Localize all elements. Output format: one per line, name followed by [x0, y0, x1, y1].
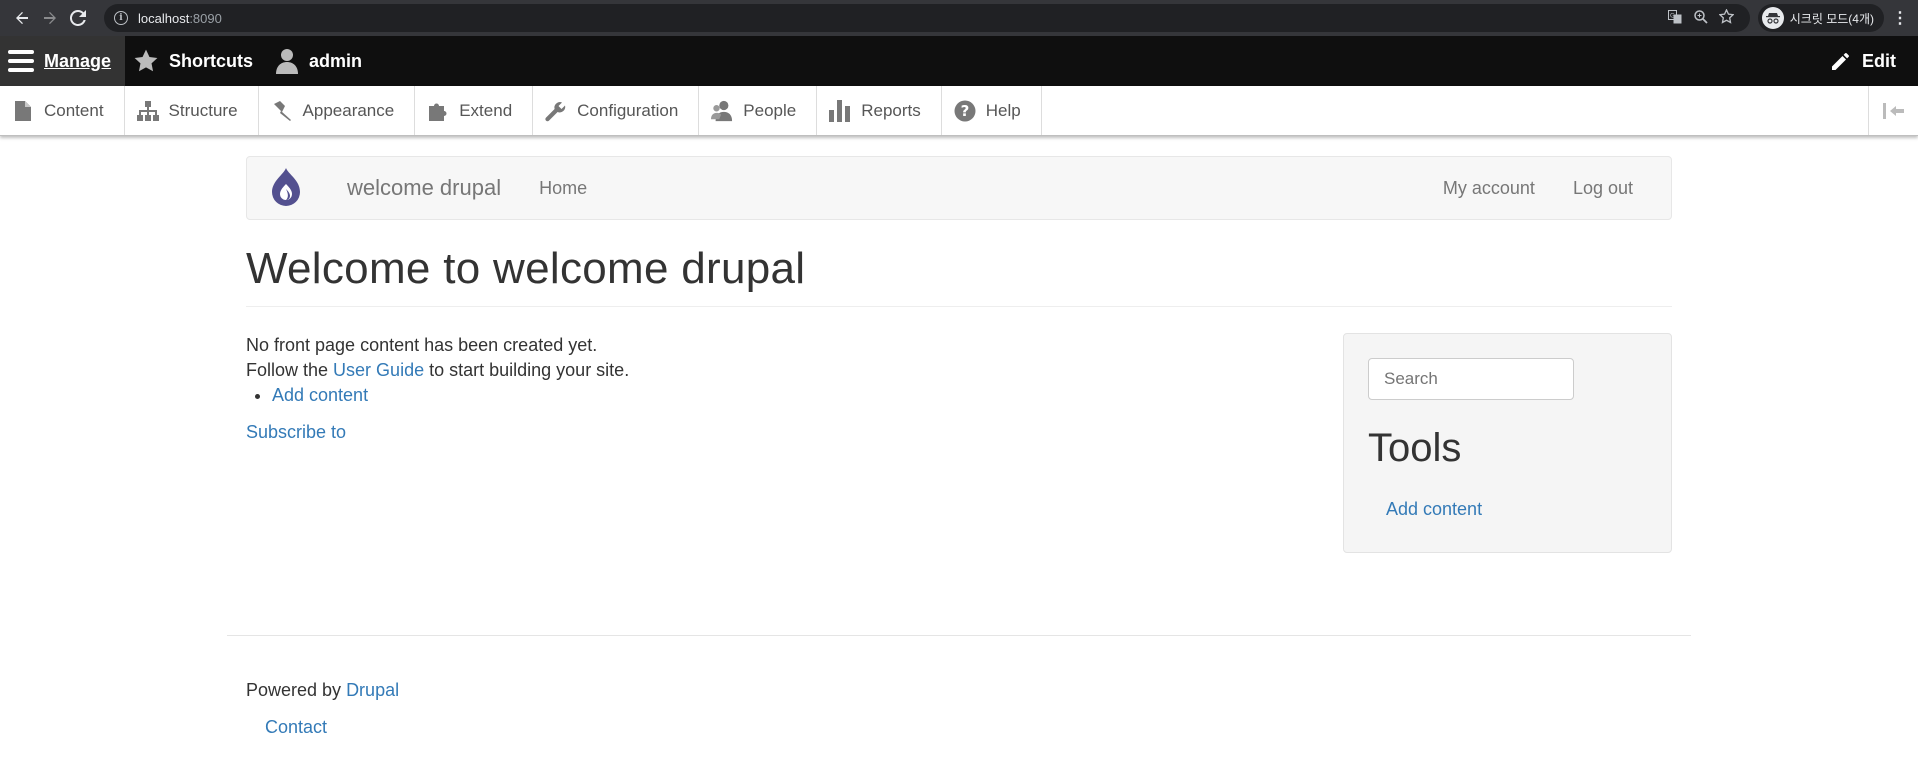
tray-item-structure[interactable]: Structure — [125, 86, 259, 135]
paintbrush-icon — [271, 100, 293, 122]
incognito-icon — [1761, 7, 1784, 29]
add-content-link[interactable]: Add content — [272, 385, 368, 405]
shortcuts-tab[interactable]: Shortcuts — [125, 36, 267, 86]
url-host: localhost — [138, 10, 190, 26]
browser-chrome: i localhost:8090 G 시크릿 모드(4개) ⋮ — [0, 0, 1918, 36]
nav-home-link[interactable]: Home — [539, 178, 587, 199]
subscribe-link[interactable]: Subscribe to — [246, 420, 1343, 445]
star-icon — [134, 49, 158, 72]
admin-menu-tray: Content Structure Appearance Extend Conf… — [0, 86, 1918, 136]
sidebar: Tools Add content — [1343, 333, 1672, 553]
puzzle-icon — [427, 100, 449, 122]
tray-item-appearance[interactable]: Appearance — [259, 86, 416, 135]
tray-item-label: Extend — [459, 100, 513, 120]
user-icon — [276, 49, 299, 74]
content-actions-list: Add content — [272, 383, 1343, 408]
tools-heading: Tools — [1368, 426, 1462, 470]
pencil-icon — [1832, 53, 1849, 70]
search-input[interactable] — [1368, 358, 1574, 400]
sitemap-icon — [136, 100, 159, 122]
tray-item-configuration[interactable]: Configuration — [533, 86, 700, 135]
address-bar[interactable]: i localhost:8090 G — [104, 4, 1750, 32]
tray-item-label: Configuration — [577, 100, 679, 120]
svg-text:?: ? — [960, 102, 969, 120]
no-content-message: No front page content has been created y… — [246, 335, 598, 355]
incognito-label: 시크릿 모드(4개) — [1789, 11, 1874, 26]
drupal-logo-icon[interactable] — [267, 168, 305, 208]
footer: Powered by Drupal Contact — [227, 635, 1691, 738]
user-guide-link[interactable]: User Guide — [333, 360, 424, 380]
people-icon — [711, 100, 733, 122]
tray-item-help[interactable]: ? Help — [942, 86, 1042, 135]
powered-by-text: Powered by — [246, 680, 347, 700]
tray-item-reports[interactable]: Reports — [817, 86, 942, 135]
tools-add-content-link[interactable]: Add content — [1386, 499, 1647, 520]
wrench-icon — [545, 100, 567, 122]
site-name[interactable]: welcome drupal — [347, 175, 501, 201]
user-guide-message: Follow the User Guide to start building … — [246, 358, 1343, 383]
user-guide-prefix: Follow the — [246, 360, 334, 380]
tray-item-label: Structure — [168, 100, 238, 120]
tray-orientation-toggle[interactable] — [1868, 86, 1918, 135]
user-account-menu: My account Log out — [1443, 178, 1651, 199]
shortcuts-label: Shortcuts — [169, 50, 254, 71]
site-info-icon[interactable]: i — [114, 11, 128, 25]
url-port: :8090 — [189, 10, 222, 26]
log-out-link[interactable]: Log out — [1573, 178, 1633, 199]
user-label: admin — [309, 50, 363, 71]
tray-item-label: Content — [44, 100, 104, 120]
edit-label: Edit — [1862, 50, 1896, 71]
edit-button[interactable]: Edit — [1822, 36, 1918, 86]
collapse-left-icon — [1882, 102, 1904, 119]
manage-label: Manage — [44, 50, 112, 71]
bar-chart-icon — [829, 99, 851, 122]
translate-icon[interactable]: G — [1662, 9, 1688, 27]
tray-item-content[interactable]: Content — [0, 86, 125, 135]
zoom-icon[interactable] — [1688, 9, 1714, 27]
footer-content: Powered by Drupal Contact — [246, 636, 1672, 738]
my-account-link[interactable]: My account — [1443, 178, 1535, 199]
bookmark-star-icon[interactable] — [1714, 8, 1740, 27]
tray-item-people[interactable]: People — [699, 86, 818, 135]
incognito-profile-button[interactable]: 시크릿 모드(4개) — [1757, 4, 1884, 32]
manage-tab[interactable]: Manage — [0, 36, 126, 86]
user-tab[interactable]: admin — [267, 36, 376, 86]
browser-menu-icon[interactable]: ⋮ — [1890, 8, 1910, 28]
hamburger-icon — [8, 50, 34, 72]
list-item: Add content — [272, 383, 1343, 408]
reload-icon[interactable] — [64, 4, 92, 32]
tray-item-label: Appearance — [302, 100, 395, 120]
tray-item-extend[interactable]: Extend — [415, 86, 534, 135]
page-container: welcome drupal Home My account Log out W… — [246, 156, 1672, 553]
tray-item-label: Reports — [861, 100, 921, 120]
help-icon: ? — [954, 100, 976, 122]
site-navbar: welcome drupal Home My account Log out — [246, 156, 1672, 220]
forward-icon[interactable] — [36, 4, 64, 32]
contact-link[interactable]: Contact — [265, 717, 1672, 738]
tray-item-label: Help — [985, 100, 1021, 120]
svg-text:G: G — [1670, 12, 1675, 19]
page-title: Welcome to welcome drupal — [246, 244, 1672, 307]
drupal-link[interactable]: Drupal — [346, 680, 399, 700]
back-icon[interactable] — [8, 4, 36, 32]
tray-item-label: People — [743, 100, 797, 120]
main-content: No front page content has been created y… — [246, 333, 1343, 553]
file-icon — [12, 100, 34, 122]
content-row: No front page content has been created y… — [246, 333, 1672, 553]
admin-toolbar: Manage Shortcuts admin Edit — [0, 36, 1918, 86]
user-guide-suffix: to start building your site. — [424, 360, 630, 380]
